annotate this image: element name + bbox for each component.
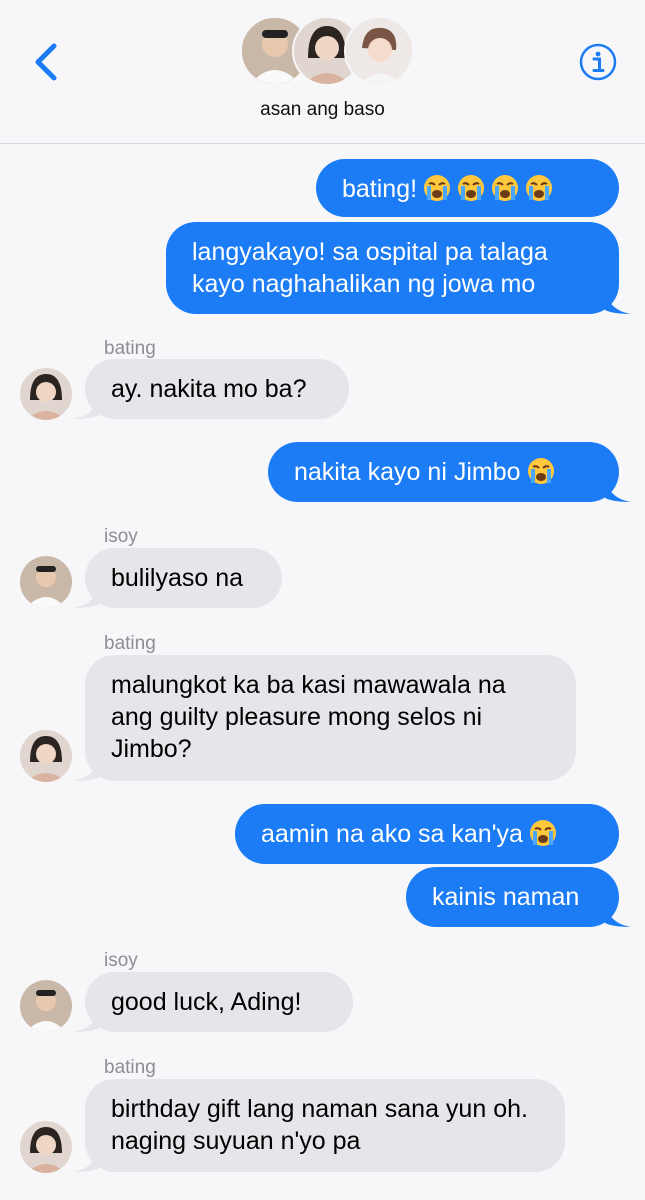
avatar[interactable] — [20, 556, 72, 608]
conversation-title[interactable]: asan ang baso — [0, 99, 645, 121]
chevron-left-icon[interactable] — [30, 40, 64, 84]
message-bubble-incoming[interactable]: malungkot ka ba kasi mawawala na ang gui… — [85, 655, 576, 781]
message-text: good luck, Ading! — [111, 988, 302, 1016]
avatar[interactable] — [20, 980, 72, 1032]
avatar[interactable] — [20, 368, 72, 420]
message-text: bulilyaso na — [111, 564, 244, 592]
sender-name: bating — [104, 633, 156, 654]
crying-face-icon — [424, 175, 451, 201]
message-text: birthday gift lang naman sana yun oh. na… — [111, 1095, 528, 1155]
group-avatars[interactable] — [240, 16, 414, 86]
sender-name: isoy — [104, 950, 138, 971]
crying-face-icon — [527, 458, 554, 484]
avatar — [344, 16, 414, 86]
crying-face-icon — [492, 175, 519, 201]
avatar[interactable] — [20, 1121, 72, 1173]
crying-face-icon — [529, 820, 556, 846]
crying-face-icon — [526, 175, 553, 201]
message-text: nakita kayo ni Jimbo — [294, 458, 521, 486]
conversation-header: asan ang baso — [0, 0, 645, 144]
message-bubble-incoming[interactable]: bulilyaso na — [85, 548, 282, 608]
message-text: langyakayo! sa ospital pa talaga kayo na… — [192, 238, 548, 298]
message-bubble-outgoing[interactable]: nakita kayo ni Jimbo — [268, 442, 619, 502]
avatar[interactable] — [20, 730, 72, 782]
crying-face-icon — [458, 175, 485, 201]
message-text: malungkot ka ba kasi mawawala na ang gui… — [111, 671, 506, 763]
message-bubble-incoming[interactable]: good luck, Ading! — [85, 972, 353, 1032]
sender-name: bating — [104, 1057, 156, 1078]
sender-name: isoy — [104, 526, 138, 547]
message-text: kainis naman — [432, 883, 580, 911]
info-icon[interactable] — [579, 43, 617, 81]
message-bubble-outgoing[interactable]: langyakayo! sa ospital pa talaga kayo na… — [166, 222, 619, 314]
message-text: ay. nakita mo ba? — [111, 375, 307, 403]
message-bubble-outgoing[interactable]: aamin na ako sa kan'ya — [235, 804, 619, 864]
message-bubble-outgoing[interactable]: bating! — [316, 159, 619, 217]
sender-name: bating — [104, 338, 156, 359]
message-text: aamin na ako sa kan'ya — [261, 820, 523, 848]
message-bubble-incoming[interactable]: birthday gift lang naman sana yun oh. na… — [85, 1079, 565, 1172]
message-text: bating! — [342, 175, 418, 203]
message-bubble-outgoing[interactable]: kainis naman — [406, 867, 619, 927]
message-bubble-incoming[interactable]: ay. nakita mo ba? — [85, 359, 349, 419]
message-thread[interactable]: bating! langyakayo! sa ospital pa talaga… — [0, 144, 645, 1200]
